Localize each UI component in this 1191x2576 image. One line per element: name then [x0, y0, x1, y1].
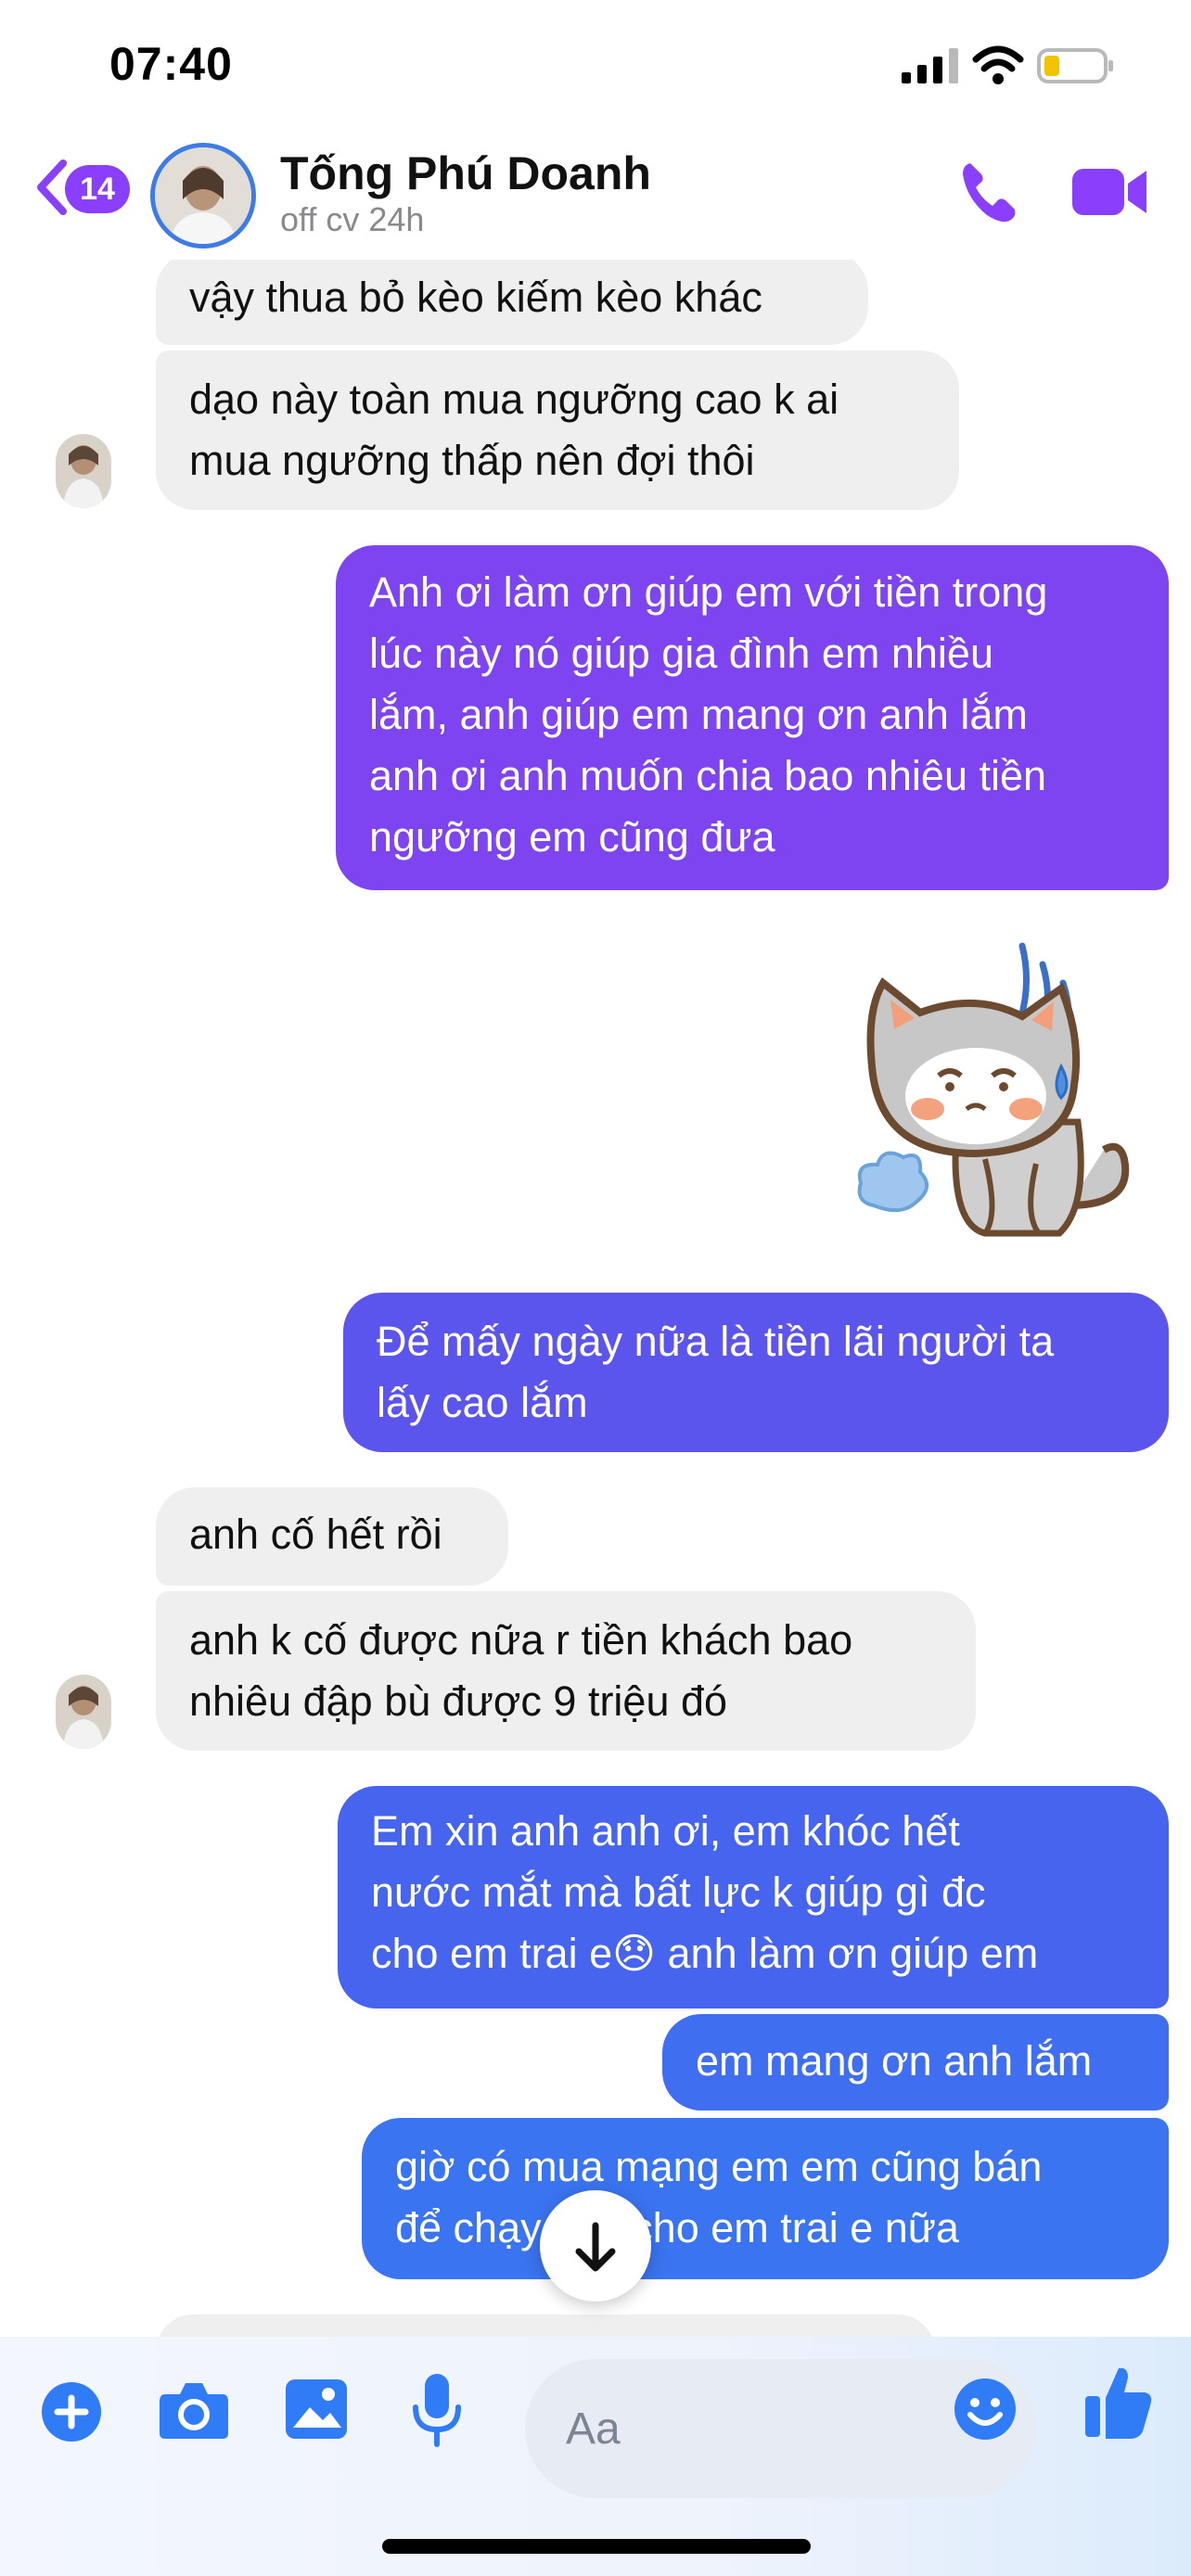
image-icon[interactable] — [284, 2378, 349, 2441]
message-text: cho em trai e😞 anh làm ơn giúp em — [371, 1930, 1039, 1977]
message-bubble-incoming[interactable]: vậy thua bỏ kèo kiếm kèo khác — [156, 252, 868, 345]
contact-status: off cv 24h — [280, 200, 425, 238]
message-bubble-outgoing[interactable]: Anh ơi làm ơn giúp em với tiền trong lúc… — [336, 545, 1169, 890]
message-text: vậy thua bỏ kèo kiếm kèo khác — [189, 274, 762, 321]
message-text: Anh ơi làm ơn giúp em với tiền trong — [369, 568, 1048, 616]
message-text: lấy cao lắm — [377, 1379, 588, 1426]
crying-cat-sticker[interactable] — [846, 927, 1143, 1252]
camera-icon[interactable] — [158, 2378, 230, 2442]
message-text: giờ có mua mạng em em cũng bán — [395, 2143, 1043, 2190]
arrow-down-icon — [575, 2222, 616, 2272]
home-indicator[interactable] — [382, 2539, 811, 2554]
message-text: anh k cố được nữa r tiền khách bao — [189, 1616, 853, 1664]
message-text: để chạy tiền cho em trai e nữa — [395, 2204, 959, 2251]
message-text: mua ngưỡng thấp nên đợi thôi — [189, 437, 755, 484]
message-text: em mang ơn anh lắm — [696, 2037, 1093, 2085]
message-text: Để mấy ngày nữa là tiền lãi người ta — [377, 1318, 1055, 1365]
status-bar: 07:40 — [0, 0, 1191, 139]
avatar[interactable] — [56, 1675, 111, 1749]
plus-icon[interactable] — [41, 2381, 102, 2442]
smiley-icon[interactable] — [954, 2378, 1017, 2441]
contact-avatar[interactable] — [150, 143, 256, 249]
cellular-signal-icon — [902, 48, 958, 83]
conversation-header: 14 Tống Phú Doanh off cv 24h — [0, 139, 1191, 260]
microphone-icon[interactable] — [412, 2372, 462, 2448]
message-text: lúc này nó giúp gia đình em nhiều — [369, 630, 993, 677]
message-text: nước mắt mà bất lực k giúp gì đc — [371, 1868, 986, 1916]
back-button[interactable]: 14 — [28, 148, 135, 232]
message-text: nhiêu đập bù được 9 triệu đó — [189, 1677, 728, 1725]
status-time: 07:40 — [109, 38, 233, 90]
message-bubble-outgoing[interactable]: em mang ơn anh lắm — [662, 2014, 1169, 2111]
phone-icon[interactable] — [955, 158, 1024, 226]
message-text: lắm, anh giúp em mang ơn anh lắm — [369, 691, 1028, 738]
message-bubble-incoming[interactable]: dạo này toàn mua ngưỡng cao k ai mua ngư… — [156, 351, 959, 510]
message-bubble-incoming[interactable]: anh cố hết rồi — [156, 1487, 508, 1586]
message-text: anh cố hết rồi — [189, 1511, 442, 1558]
message-text: dạo này toàn mua ngưỡng cao k ai — [189, 376, 839, 423]
message-bubble-outgoing[interactable]: Để mấy ngày nữa là tiền lãi người ta lấy… — [343, 1293, 1169, 1452]
unread-count-badge: 14 — [65, 165, 130, 213]
video-camera-icon[interactable] — [1070, 163, 1148, 221]
message-bubble-outgoing[interactable]: Em xin anh anh ơi, em khóc hết nước mắt … — [338, 1786, 1169, 2009]
battery-icon — [1037, 48, 1113, 83]
thumbs-up-icon[interactable] — [1083, 2365, 1154, 2441]
wifi-icon — [972, 45, 1024, 84]
contact-name[interactable]: Tống Phú Doanh — [280, 147, 651, 200]
message-bubble-outgoing[interactable]: giờ có mua mạng em em cũng bán để chạy t… — [362, 2118, 1169, 2279]
message-bubble-incoming[interactable]: anh k cố được nữa r tiền khách bao nhiêu… — [156, 1591, 976, 1751]
avatar[interactable] — [56, 434, 111, 508]
scroll-to-bottom-button[interactable] — [540, 2190, 651, 2302]
message-text: Em xin anh anh ơi, em khóc hết — [371, 1807, 960, 1855]
message-text: ngưỡng em cũng đưa — [369, 813, 775, 861]
message-text: anh ơi anh muốn chia bao nhiêu tiền — [369, 752, 1047, 799]
